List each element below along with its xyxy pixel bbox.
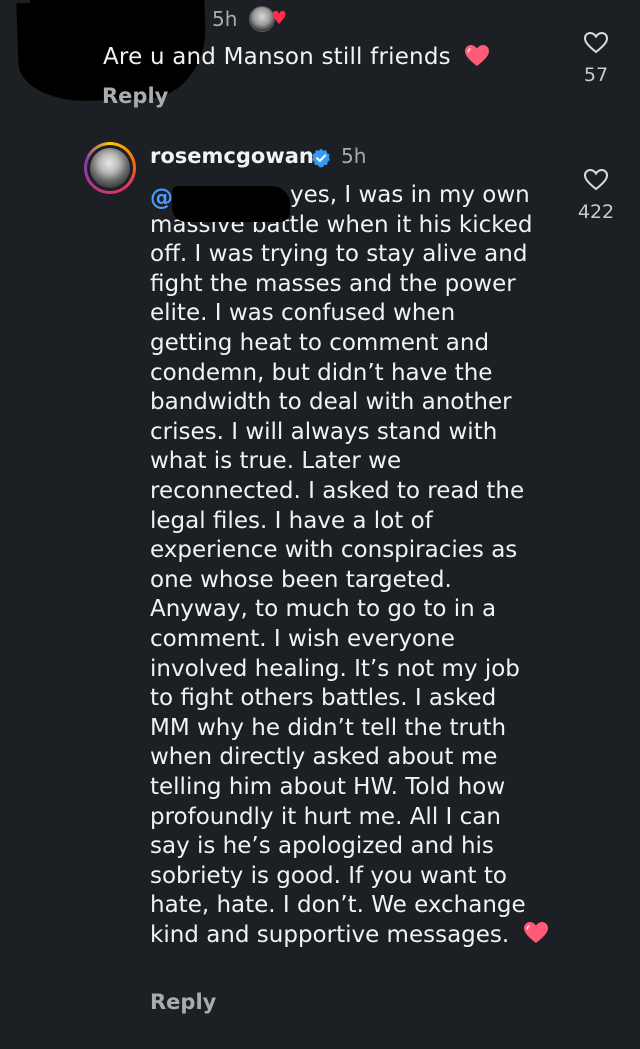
comment-line: comment. I wish everyone bbox=[150, 626, 455, 652]
comment-timestamp: 5h bbox=[212, 7, 238, 31]
comment-line: condemn, but didn’t have the bbox=[150, 359, 493, 386]
comment-line: one whose been targeted. bbox=[150, 566, 452, 593]
comment-line: crises. I will always stand with bbox=[150, 418, 498, 445]
comment-line: to fight others battles. I asked bbox=[150, 685, 497, 712]
like-count: 422 bbox=[577, 201, 615, 223]
like-heart-icon[interactable] bbox=[583, 168, 609, 192]
reply-button[interactable]: Reply bbox=[150, 990, 216, 1014]
reply-button[interactable]: Reply bbox=[102, 84, 168, 108]
comment-line: fight the masses and the power bbox=[150, 270, 516, 297]
comment-line: MM why he didn’t tell the truth bbox=[150, 714, 507, 741]
heart-emoji-icon bbox=[465, 45, 490, 66]
comment-line: what is true. Later we bbox=[150, 448, 402, 475]
comment-line-text: kind and supportive messages. bbox=[150, 922, 510, 948]
comment-line: involved healing. It’s not my job bbox=[150, 655, 520, 682]
comment-line: kind and supportive messages. bbox=[150, 920, 549, 950]
redaction-mark bbox=[172, 186, 290, 222]
comment-body: Are u and Manson still friends bbox=[103, 44, 451, 70]
comment-line: legal files. I have a lot of bbox=[150, 507, 433, 534]
like-heart-icon[interactable] bbox=[583, 31, 609, 55]
comment-line: elite. I was confused when bbox=[150, 300, 456, 327]
comment-line: experience with conspiracies as bbox=[150, 537, 518, 564]
like-count: 57 bbox=[583, 64, 609, 86]
comment-line: profoundly it hurt me. All I can bbox=[150, 803, 501, 830]
comment-line: Anyway, to much to go to in a bbox=[150, 596, 497, 623]
comment-line: bandwidth to deal with another bbox=[150, 389, 512, 416]
comment-line: sobriety is good. If you want to bbox=[150, 862, 507, 889]
avatar[interactable] bbox=[84, 142, 136, 194]
comment-text: Are u and Manson still friends bbox=[103, 44, 490, 70]
avatar-photo bbox=[90, 148, 130, 188]
comment-line: off. I was trying to stay alive and bbox=[150, 241, 528, 268]
comment-timestamp: 5h bbox=[341, 144, 367, 168]
comment-line: reconnected. I asked to read the bbox=[150, 478, 525, 504]
comment-line: yes, I was in my own bbox=[290, 182, 530, 208]
comment-line: getting heat to comment and bbox=[150, 330, 490, 356]
comment-line: say is he’s apologized and his bbox=[150, 833, 494, 860]
heart-emoji-icon bbox=[523, 922, 548, 943]
verified-badge-icon bbox=[312, 148, 330, 168]
comment-line: telling him about HW. Told how bbox=[150, 774, 506, 800]
author-liked-heart-icon: ♥ bbox=[271, 8, 288, 29]
comment-line: when directly asked about me bbox=[150, 744, 498, 771]
avatar-gap bbox=[87, 145, 133, 191]
comment-line: hate, hate. I don’t. We exchange bbox=[150, 892, 526, 919]
username[interactable]: rosemcgowan bbox=[150, 144, 314, 168]
mention-at-icon[interactable]: @ bbox=[150, 183, 173, 213]
